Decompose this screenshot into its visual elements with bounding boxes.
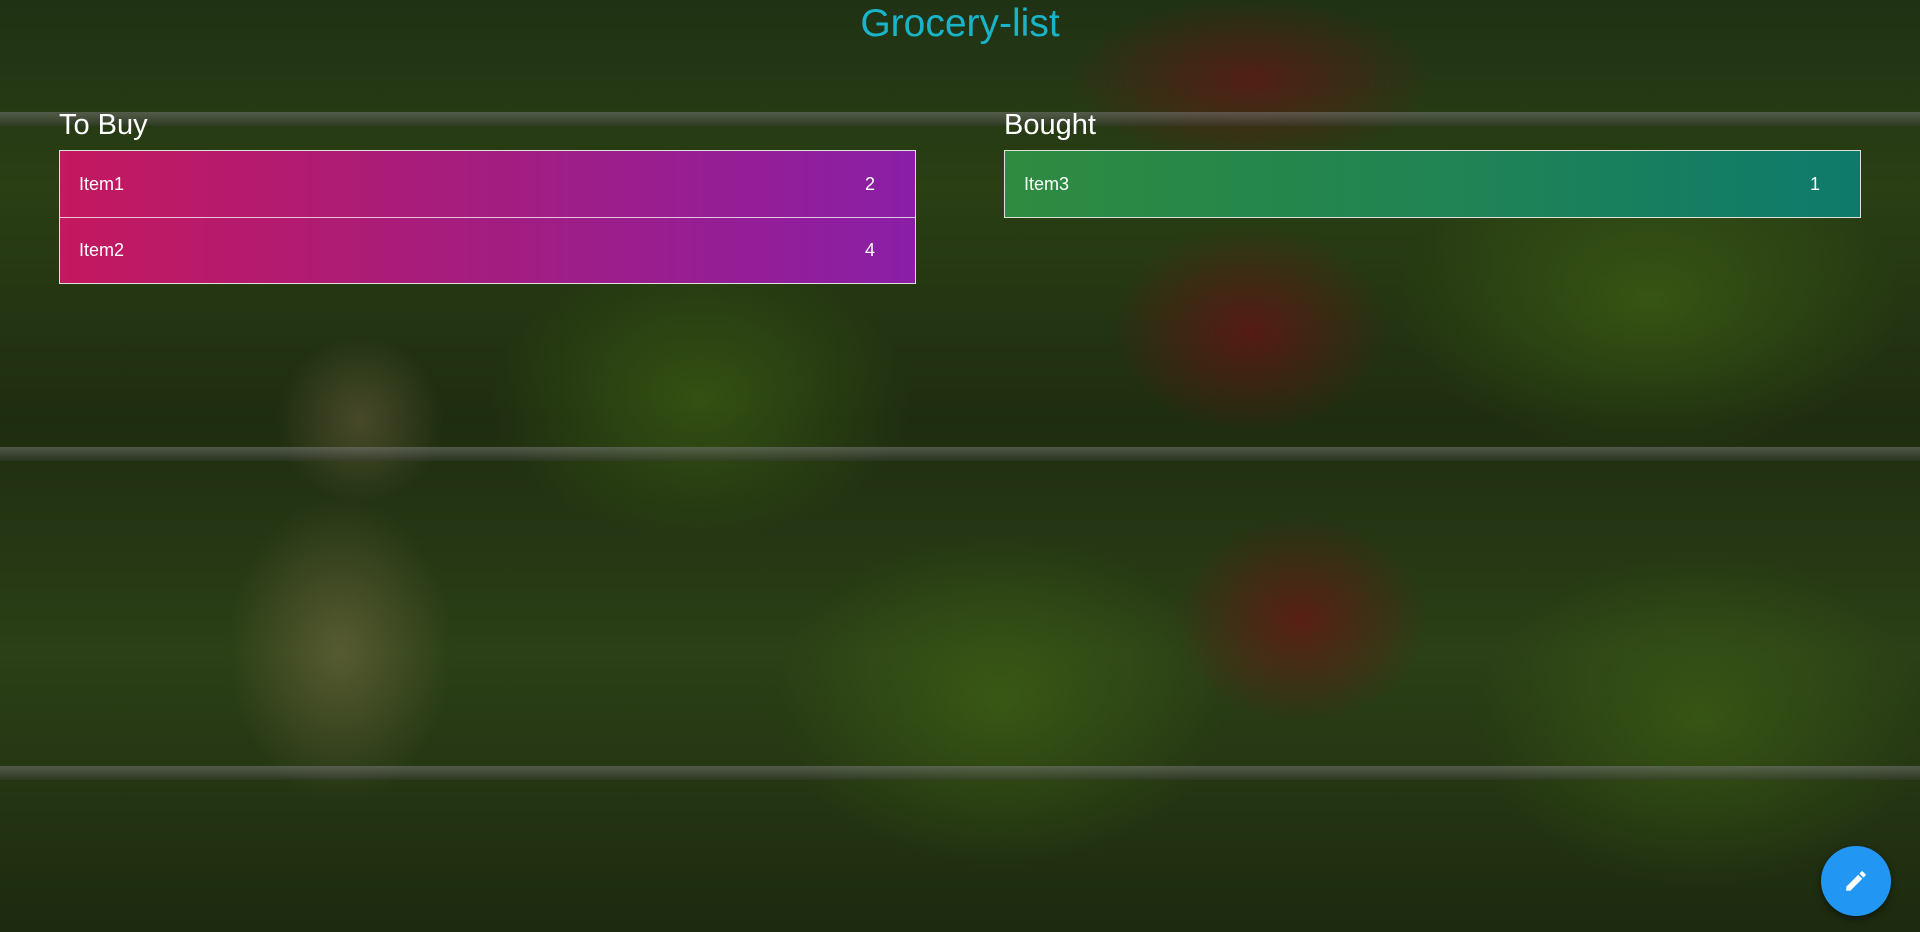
pencil-icon <box>1843 868 1869 894</box>
bought-section: Bought Item3 1 <box>1004 108 1861 218</box>
to-buy-list: Item1 2 Item2 4 <box>59 150 916 284</box>
list-item[interactable]: Item3 1 <box>1005 151 1860 217</box>
edit-fab-button[interactable] <box>1821 846 1891 916</box>
page-title: Grocery-list <box>860 2 1060 45</box>
item-name: Item1 <box>79 173 125 194</box>
shelf-divider <box>0 447 1920 461</box>
list-item[interactable]: Item1 2 <box>60 151 915 217</box>
to-buy-section: To Buy Item1 2 Item2 4 <box>59 108 916 284</box>
item-quantity: 2 <box>864 173 875 194</box>
bought-heading: Bought <box>1004 109 1096 141</box>
item-quantity: 4 <box>864 240 875 260</box>
item-name: Item2 <box>79 240 125 260</box>
list-item[interactable]: Item2 4 <box>60 217 915 283</box>
item-quantity: 1 <box>1809 173 1820 194</box>
item-name: Item3 <box>1024 173 1070 194</box>
bought-list: Item3 1 <box>1004 150 1861 218</box>
to-buy-heading: To Buy <box>59 109 148 141</box>
shelf-divider <box>0 766 1920 780</box>
